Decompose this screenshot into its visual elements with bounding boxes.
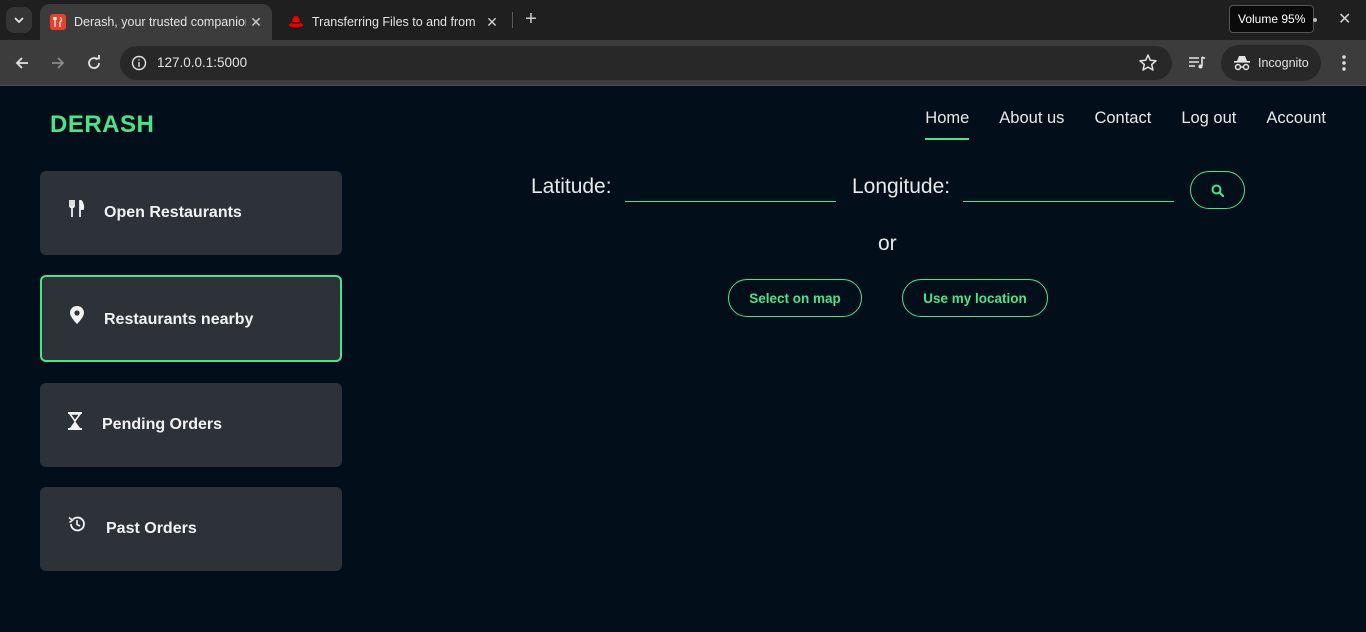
tab-close-icon[interactable]: ✕ — [482, 14, 502, 31]
sidebar-item-label: Past Orders — [106, 520, 197, 537]
sidebar-item-pending-orders[interactable]: Pending Orders — [40, 383, 342, 467]
chevron-down-icon — [14, 17, 24, 24]
address-bar[interactable]: 127.0.0.1:5000 — [120, 46, 1172, 80]
arrow-left-icon — [15, 57, 28, 69]
search-button[interactable] — [1190, 171, 1245, 209]
browser-tab-transferring-files[interactable]: Transferring Files to and from ✕ — [278, 4, 508, 40]
incognito-badge[interactable]: Incognito — [1221, 45, 1321, 81]
reload-button[interactable] — [82, 51, 106, 75]
longitude-label: Longitude: — [852, 175, 951, 198]
latitude-input[interactable] — [625, 176, 836, 202]
reload-icon — [88, 55, 100, 69]
hourglass-icon — [66, 412, 84, 430]
site-logo[interactable]: DERASH — [50, 111, 154, 139]
search-icon — [1211, 184, 1224, 197]
nav-account[interactable]: Account — [1266, 109, 1326, 140]
sidebar-item-label: Pending Orders — [102, 416, 223, 433]
sidebar-item-label: Open Restaurants — [104, 204, 242, 221]
arrow-right-icon — [52, 57, 65, 69]
tab-title: Transferring Files to and from — [312, 15, 476, 29]
nav-log-out[interactable]: Log out — [1181, 109, 1236, 140]
site-info-icon[interactable] — [130, 54, 148, 72]
browser-toolbar: 127.0.0.1:5000 Incognito — [0, 40, 1366, 86]
incognito-label: Incognito — [1258, 56, 1309, 70]
nav-contact[interactable]: Contact — [1094, 109, 1151, 140]
tab-close-icon[interactable]: ✕ — [246, 14, 266, 31]
sidebar-item-restaurants-nearby[interactable]: Restaurants nearby — [40, 275, 342, 362]
forward-button[interactable] — [46, 51, 70, 75]
browser-tab-derash[interactable]: Derash, your trusted companion ✕ — [40, 4, 272, 40]
nav-home[interactable]: Home — [925, 109, 970, 140]
media-controls-icon[interactable] — [1186, 52, 1208, 74]
url-text: 127.0.0.1:5000 — [157, 55, 248, 70]
history-icon — [68, 515, 86, 533]
utensils-icon — [68, 200, 86, 218]
browser-tabstrip: Derash, your trusted companion ✕ Transfe… — [0, 0, 1366, 40]
select-on-map-button[interactable]: Select on map — [728, 279, 862, 317]
tab-separator — [512, 12, 513, 28]
sidebar-item-past-orders[interactable]: Past Orders — [40, 487, 342, 571]
or-separator: or — [878, 232, 897, 255]
new-tab-button[interactable]: + — [520, 8, 542, 30]
sidebar-item-label: Restaurants nearby — [104, 311, 254, 328]
longitude-input[interactable] — [963, 176, 1174, 202]
sidebar-item-open-restaurants[interactable]: Open Restaurants — [40, 171, 342, 255]
latitude-label: Latitude: — [531, 175, 612, 198]
browser-menu-button[interactable] — [1333, 52, 1355, 74]
volume-tooltip: Volume 95% — [1229, 5, 1315, 33]
use-my-location-button[interactable]: Use my location — [902, 279, 1048, 317]
more-vertical-icon — [1342, 55, 1346, 71]
fork-knife-icon — [50, 14, 66, 30]
nav-about-us[interactable]: About us — [999, 109, 1064, 140]
location-pin-icon — [68, 306, 86, 324]
redhat-icon — [288, 14, 304, 30]
back-button[interactable] — [10, 51, 34, 75]
tab-search-button[interactable] — [6, 7, 32, 33]
tooltip-dot — [1313, 18, 1317, 22]
top-navigation: Home About us Contact Log out Account — [925, 109, 1326, 140]
window-close-icon[interactable]: ✕ — [1338, 9, 1351, 29]
bookmark-star-icon[interactable] — [1138, 53, 1158, 73]
incognito-icon — [1234, 56, 1250, 71]
tab-title: Derash, your trusted companion — [74, 15, 246, 29]
